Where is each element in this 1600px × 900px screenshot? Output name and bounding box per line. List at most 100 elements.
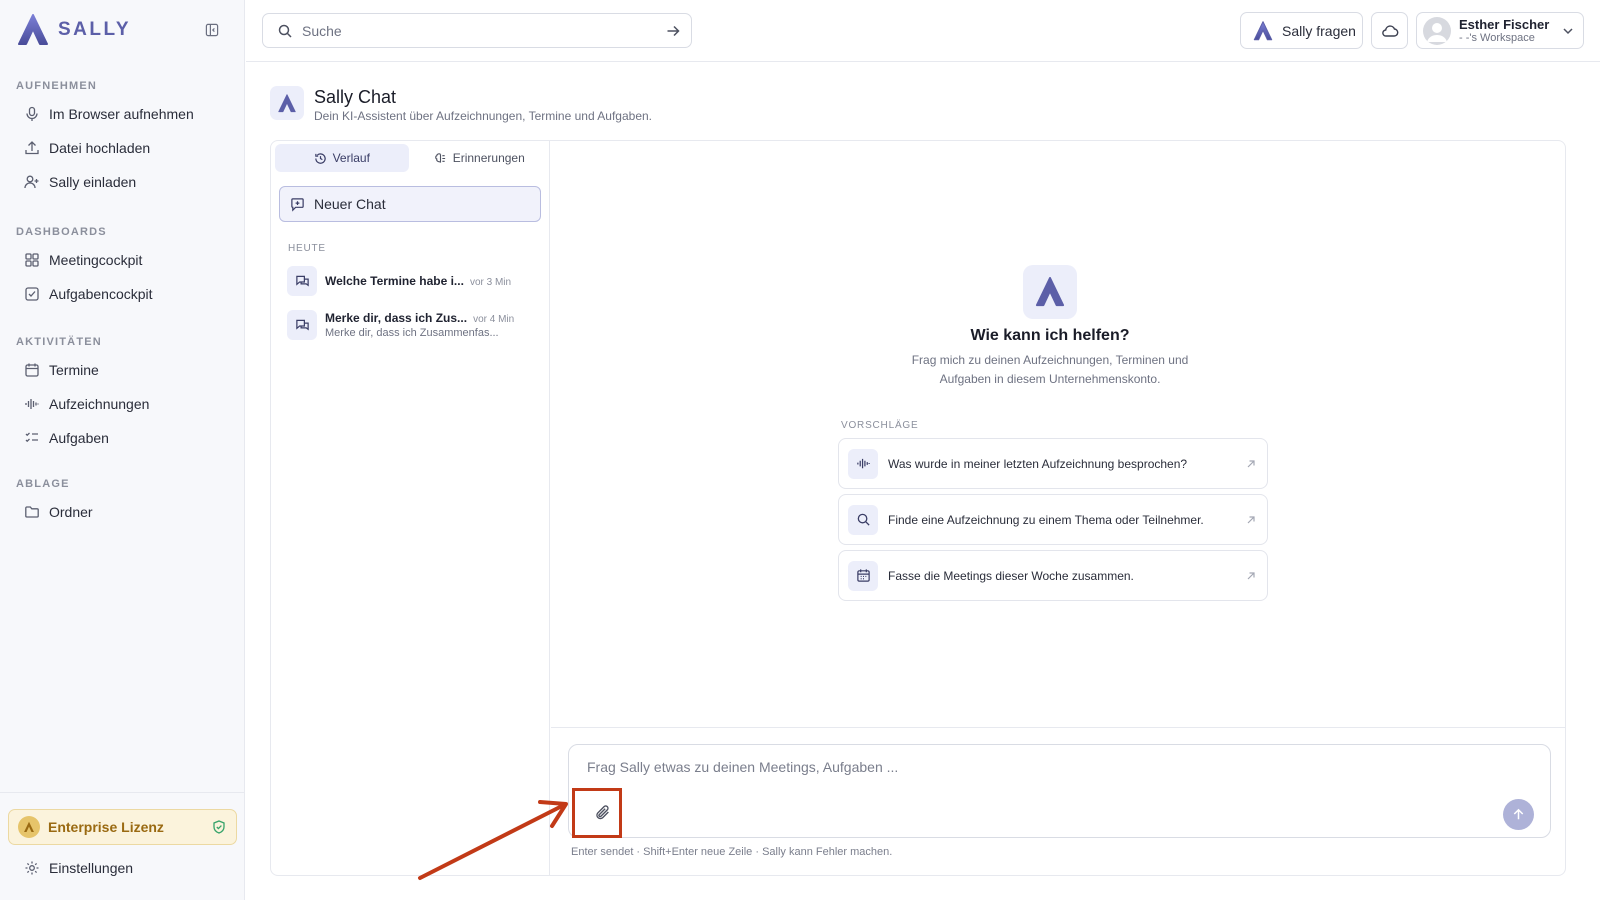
logo[interactable]: SALLY bbox=[16, 14, 131, 46]
chat-preview: Merke dir, dass ich Zusammenfas... bbox=[325, 327, 499, 339]
license-logo-icon bbox=[18, 816, 40, 838]
arrow-right-icon[interactable] bbox=[665, 23, 681, 39]
chat-bubbles-icon bbox=[287, 310, 317, 340]
nav-item-label: Aufgabencockpit bbox=[49, 286, 153, 302]
user-avatar-icon bbox=[1427, 22, 1447, 42]
nav-item-label: Aufgaben bbox=[49, 430, 109, 446]
arrow-up-icon bbox=[1513, 808, 1524, 820]
microphone-icon bbox=[26, 106, 38, 121]
welcome-title: Wie kann ich helfen? bbox=[970, 327, 1130, 344]
upload-icon bbox=[25, 141, 39, 155]
checkbox-icon bbox=[25, 287, 39, 301]
chat-main: Wie kann ich helfen? Frag mich zu deinen… bbox=[551, 141, 1565, 875]
workspace-name: - -'s Workspace bbox=[1459, 31, 1535, 44]
nav-item-datei-hochladen[interactable]: Datei hochladen bbox=[16, 132, 229, 164]
send-button[interactable] bbox=[1503, 799, 1534, 830]
arrow-up-right-icon bbox=[1247, 460, 1255, 468]
user-menu-button[interactable]: Esther Fischer - -'s Workspace bbox=[1416, 12, 1584, 49]
annotation-arrow-icon bbox=[418, 800, 568, 880]
nav-item-label: Im Browser aufnehmen bbox=[49, 106, 194, 122]
search-icon bbox=[278, 24, 292, 38]
topbar: Sally fragen Esther Fischer - -'s Worksp… bbox=[246, 0, 1600, 62]
calendar-icon bbox=[848, 560, 878, 591]
nav-item-aufgabencockpit[interactable]: Aufgabencockpit bbox=[16, 278, 229, 310]
arrow-up-right-icon bbox=[1247, 572, 1255, 580]
tab-verlauf[interactable]: Verlauf bbox=[275, 144, 409, 172]
nav-item-label: Datei hochladen bbox=[49, 140, 151, 156]
waveform-icon bbox=[25, 399, 39, 409]
ask-sally-label: Sally fragen bbox=[1282, 22, 1356, 39]
user-plus-icon bbox=[24, 175, 39, 189]
calendar-icon bbox=[25, 363, 39, 377]
sidebar: SALLY AUFNEHMEN Im Browser aufnehmen Dat… bbox=[0, 0, 245, 900]
brain-icon bbox=[434, 152, 445, 163]
nav-item-sally-einladen[interactable]: Sally einladen bbox=[16, 166, 229, 198]
search-bar[interactable] bbox=[262, 13, 692, 48]
welcome-text: Frag mich zu deinen Aufzeichnungen, Term… bbox=[911, 353, 1189, 386]
nav-item-label: Meetingcockpit bbox=[49, 252, 143, 268]
nav-item-label: Sally einladen bbox=[49, 174, 137, 190]
chat-bubbles-icon bbox=[287, 266, 317, 296]
logo-text: SALLY bbox=[58, 19, 132, 40]
suggestion-item[interactable]: Fasse die Meetings dieser Woche zusammen… bbox=[838, 550, 1268, 601]
sidebar-divider bbox=[0, 792, 245, 793]
chat-composer bbox=[568, 744, 1551, 838]
chat-history-item[interactable]: Welche Termine habe i... vor 3 Min bbox=[283, 261, 541, 301]
license-label: Enterprise Lizenz bbox=[48, 819, 164, 835]
ask-sally-button[interactable]: Sally fragen bbox=[1240, 12, 1363, 49]
new-chat-label: Neuer Chat bbox=[314, 196, 386, 212]
section-title-aktivitaeten: AKTIVITÄTEN bbox=[16, 336, 102, 348]
chat-time: vor 4 Min bbox=[473, 314, 515, 325]
suggestion-item[interactable]: Finde eine Aufzeichnung zu einem Thema o… bbox=[838, 494, 1268, 545]
cloud-sync-button[interactable] bbox=[1371, 12, 1408, 49]
nav-item-label: Termine bbox=[49, 362, 99, 378]
history-group-label: HEUTE bbox=[288, 243, 326, 254]
section-title-aufnehmen: AUFNEHMEN bbox=[16, 80, 98, 92]
history-pane: Verlauf Erinnerungen Neuer Chat HEUTE We… bbox=[271, 141, 550, 875]
suggestion-label: Fasse die Meetings dieser Woche zusammen… bbox=[888, 568, 1134, 583]
cloud-icon bbox=[1381, 24, 1398, 37]
composer-divider bbox=[551, 727, 1565, 728]
nav-item-einstellungen[interactable]: Einstellungen bbox=[16, 852, 229, 884]
grid-icon bbox=[25, 253, 39, 267]
nav-item-termine[interactable]: Termine bbox=[16, 354, 229, 386]
tab-label: Erinnerungen bbox=[452, 151, 525, 165]
history-tabs: Verlauf Erinnerungen bbox=[275, 144, 546, 172]
new-chat-button[interactable]: Neuer Chat bbox=[279, 186, 541, 222]
tab-erinnerungen[interactable]: Erinnerungen bbox=[413, 144, 547, 172]
nav-item-meetingcockpit[interactable]: Meetingcockpit bbox=[16, 244, 229, 276]
enterprise-license-badge[interactable]: Enterprise Lizenz bbox=[8, 809, 237, 845]
suggestion-label: Was wurde in meiner letzten Aufzeichnung… bbox=[888, 456, 1188, 471]
list-check-icon bbox=[25, 432, 38, 443]
gear-icon bbox=[25, 861, 39, 875]
page-header: Sally Chat Dein KI-Assistent über Aufzei… bbox=[270, 86, 652, 123]
search-input[interactable] bbox=[302, 22, 656, 39]
nav-item-label: Aufzeichnungen bbox=[49, 396, 150, 412]
nav-item-ordner[interactable]: Ordner bbox=[16, 496, 229, 528]
suggestion-label: Finde eine Aufzeichnung zu einem Thema o… bbox=[888, 512, 1204, 527]
nav-item-label: Einstellungen bbox=[49, 860, 134, 876]
shield-check-icon bbox=[213, 820, 225, 834]
page-subtitle: Dein KI-Assistent über Aufzeichnungen, T… bbox=[314, 109, 652, 123]
history-icon bbox=[314, 152, 326, 164]
sidebar-collapse-icon[interactable] bbox=[204, 22, 224, 42]
nav-item-im-browser-aufnehmen[interactable]: Im Browser aufnehmen bbox=[16, 98, 229, 130]
suggestions-label: VORSCHLÄGE bbox=[841, 420, 919, 431]
chat-input[interactable] bbox=[587, 759, 1487, 781]
chat-history-item[interactable]: Merke dir, dass ich Zus... vor 4 Min Merk… bbox=[283, 305, 541, 345]
nav-item-label: Ordner bbox=[49, 504, 93, 520]
user-name: Esther Fischer bbox=[1459, 16, 1550, 32]
composer-hint: Enter sendet · Shift+Enter neue Zeile · … bbox=[571, 846, 893, 858]
waveform-icon bbox=[848, 448, 878, 479]
arrow-up-right-icon bbox=[1247, 516, 1255, 524]
suggestion-item[interactable]: Was wurde in meiner letzten Aufzeichnung… bbox=[838, 438, 1268, 489]
tab-label: Verlauf bbox=[332, 151, 370, 165]
avatar bbox=[1423, 16, 1451, 45]
page-title: Sally Chat bbox=[314, 87, 397, 107]
chat-title: Welche Termine habe i... bbox=[325, 274, 464, 288]
nav-item-aufgaben[interactable]: Aufgaben bbox=[16, 422, 229, 454]
section-title-dashboards: DASHBOARDS bbox=[16, 226, 107, 238]
chat-panel: Verlauf Erinnerungen Neuer Chat HEUTE We… bbox=[270, 140, 1566, 876]
nav-item-aufzeichnungen[interactable]: Aufzeichnungen bbox=[16, 388, 229, 420]
chat-time: vor 3 Min bbox=[469, 277, 512, 288]
